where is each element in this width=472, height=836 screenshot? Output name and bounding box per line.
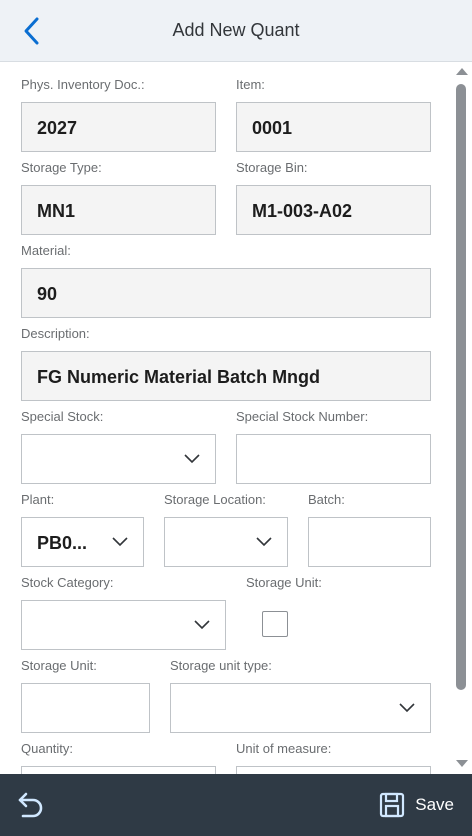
material-label: Material: (21, 243, 71, 258)
save-button[interactable]: Save (379, 788, 454, 822)
chevron-down-icon (184, 454, 200, 464)
phys-doc-field[interactable]: 2027 (21, 102, 216, 152)
storage-type-field[interactable]: MN1 (21, 185, 216, 235)
storage-location-label: Storage Location: (164, 492, 266, 507)
description-label: Description: (21, 326, 90, 341)
batch-input[interactable] (308, 517, 431, 567)
stock-category-select[interactable] (21, 600, 226, 650)
storage-unit-checkbox[interactable] (262, 611, 288, 637)
quantity-label: Quantity: (21, 741, 74, 756)
storage-unit-type-label: Storage unit type: (170, 658, 272, 673)
phys-doc-value: 2027 (37, 118, 78, 138)
plant-select[interactable]: PB0... (21, 517, 144, 567)
material-value: 90 (37, 284, 58, 304)
special-stock-label: Special Stock: (21, 409, 104, 424)
scroll-up-arrow[interactable] (456, 68, 468, 75)
special-stock-number-label: Special Stock Number: (236, 409, 369, 424)
page-title: Add New Quant (172, 20, 300, 40)
storage-bin-value: M1-003-A02 (252, 201, 353, 221)
plant-value: PB0... (37, 533, 88, 553)
scroll-down-arrow[interactable] (456, 760, 468, 767)
page-header: Add New Quant (0, 0, 472, 62)
special-stock-select[interactable] (21, 434, 216, 484)
vertical-scrollbar[interactable] (452, 62, 470, 774)
storage-type-label: Storage Type: (21, 160, 102, 175)
storage-bin-label: Storage Bin: (236, 160, 308, 175)
phys-doc-label: Phys. Inventory Doc.: (21, 77, 145, 92)
storage-unit-type-select[interactable] (170, 683, 431, 733)
undo-button[interactable] (12, 787, 50, 823)
unit-of-measure-label: Unit of measure: (236, 741, 332, 756)
quantity-input[interactable] (21, 766, 216, 774)
description-field[interactable]: FG Numeric Material Batch Mngd (21, 351, 431, 401)
scroll-thumb[interactable] (456, 84, 466, 690)
undo-icon (18, 792, 43, 818)
chevron-down-icon (256, 537, 272, 547)
stock-category-label: Stock Category: (21, 575, 114, 590)
special-stock-number-input[interactable] (236, 434, 431, 484)
item-value: 0001 (252, 118, 293, 138)
storage-unit-check-label: Storage Unit: (246, 575, 322, 590)
plant-label: Plant: (21, 492, 55, 507)
storage-location-select[interactable] (164, 517, 288, 567)
storage-type-value: MN1 (37, 201, 76, 221)
save-label: Save (415, 795, 454, 814)
chevron-down-icon (112, 537, 128, 547)
batch-label: Batch: (308, 492, 345, 507)
chevron-down-icon (194, 620, 210, 630)
storage-unit-input[interactable] (21, 683, 150, 733)
item-label: Item: (236, 77, 265, 92)
save-icon (380, 792, 405, 818)
description-value: FG Numeric Material Batch Mngd (37, 367, 321, 387)
chevron-down-icon (399, 703, 415, 713)
storage-unit-label: Storage Unit: (21, 658, 97, 673)
form-content: Phys. Inventory Doc.: 2027 Item: 0001 St… (0, 62, 472, 774)
material-field[interactable]: 90 (21, 268, 431, 318)
unit-of-measure-input[interactable] (236, 766, 431, 774)
item-field[interactable]: 0001 (236, 102, 431, 152)
storage-bin-field[interactable]: M1-003-A02 (236, 185, 431, 235)
footer-toolbar: Save (0, 774, 472, 836)
